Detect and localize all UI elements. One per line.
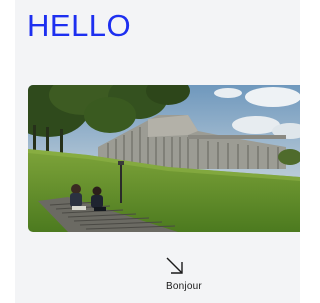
page-title: HELLO — [27, 8, 132, 43]
bonjour-link[interactable]: Bonjour — [166, 281, 202, 292]
arrow-down-right-icon[interactable] — [165, 256, 185, 276]
hero-image — [28, 85, 300, 232]
